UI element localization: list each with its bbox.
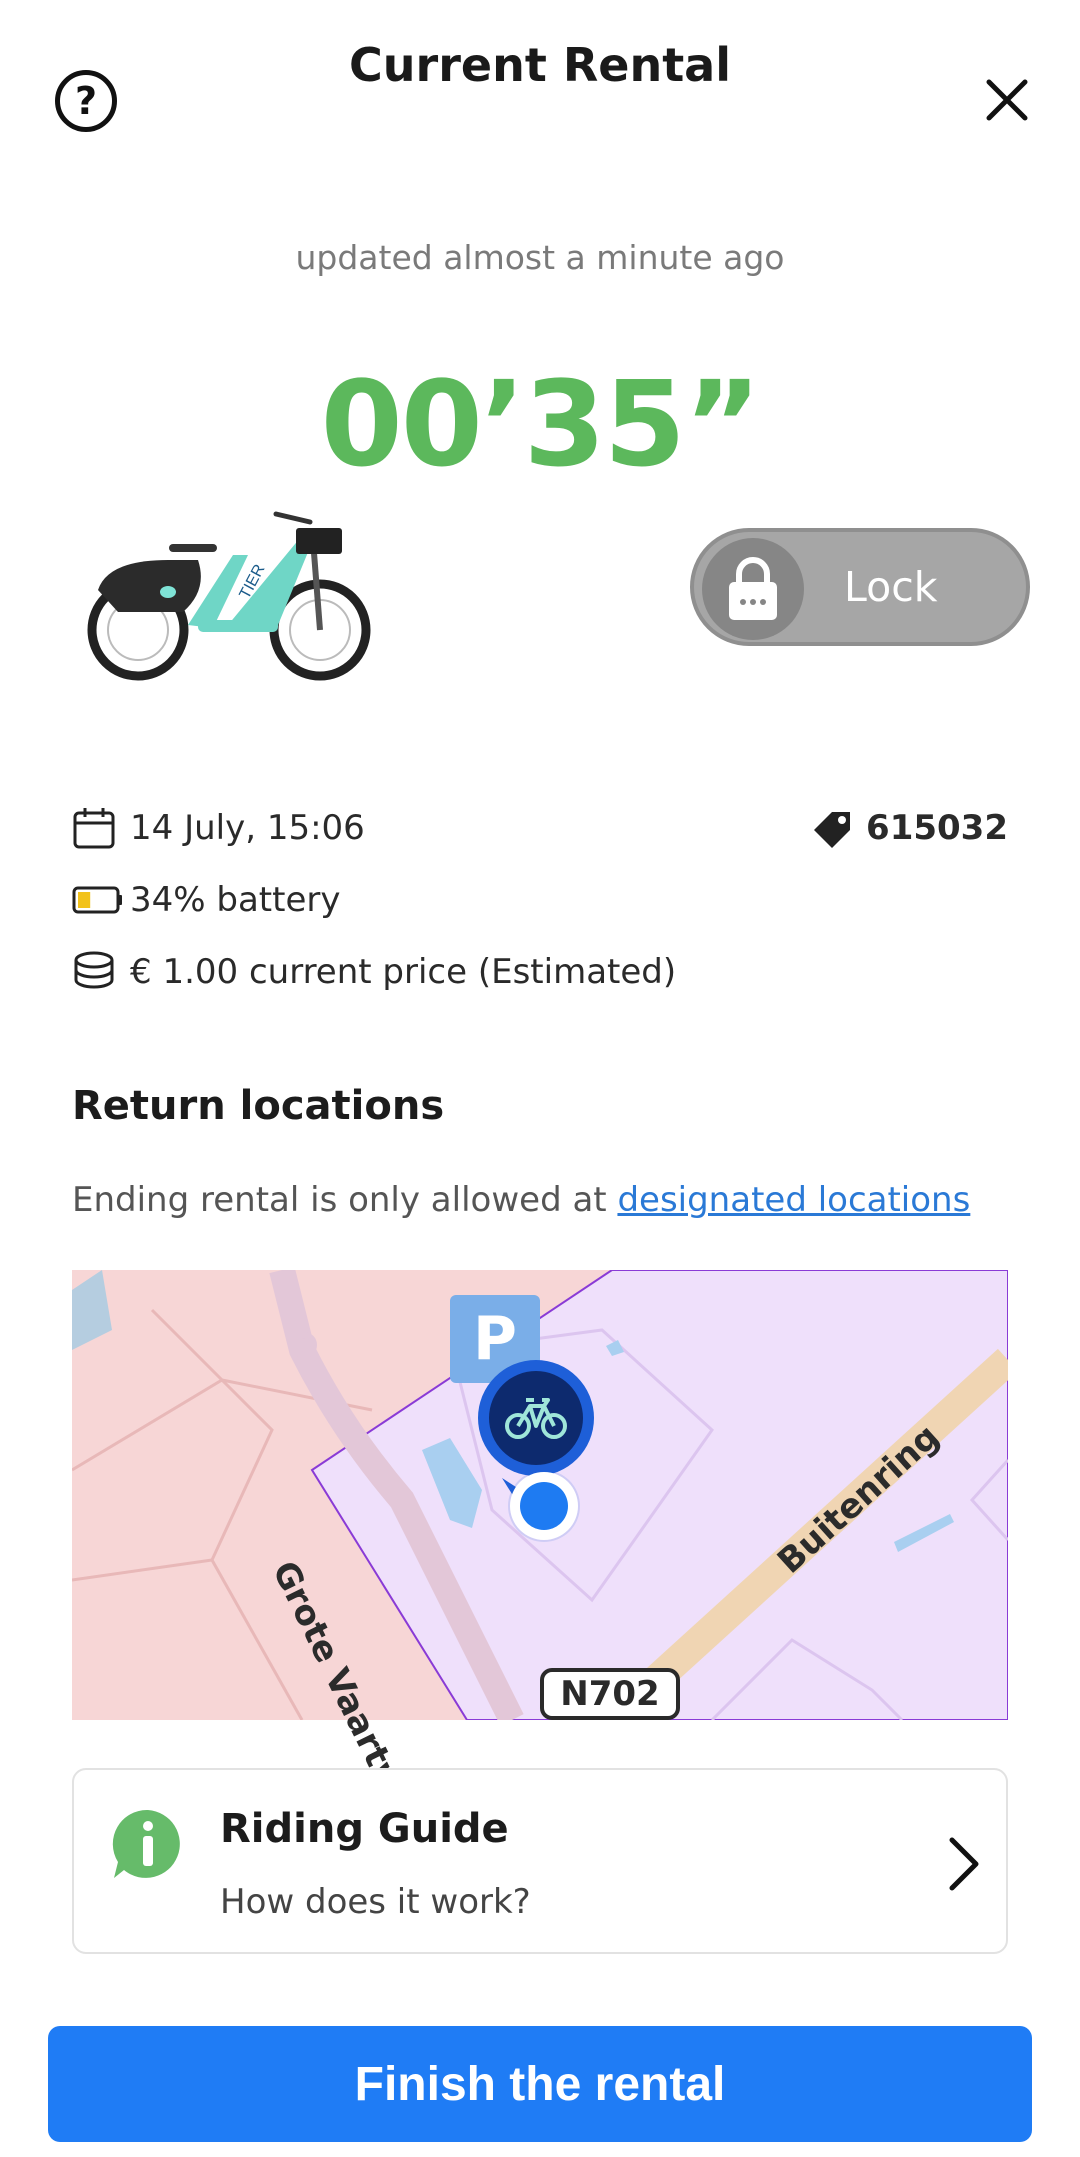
calendar-icon — [72, 805, 130, 851]
page-title: Current Rental — [349, 38, 731, 92]
finish-rental-button[interactable]: Finish the rental — [48, 2026, 1032, 2142]
price-row: € 1.00 current price (Estimated) — [72, 947, 676, 997]
user-location-dot — [510, 1472, 578, 1540]
rental-start-text: 14 July, 15:06 — [130, 808, 365, 848]
bike-station-pin[interactable] — [478, 1360, 594, 1476]
chevron-right-icon — [949, 1837, 979, 1891]
bike-image: TIER — [87, 511, 371, 681]
battery-icon — [72, 877, 130, 923]
designated-locations-link[interactable]: designated locations — [617, 1180, 970, 1220]
return-locations-description: Ending rental is only allowed at designa… — [72, 1180, 971, 1220]
vehicle-id: 615032 — [810, 803, 1008, 853]
price-text: € 1.00 current price (Estimated) — [130, 952, 677, 992]
lock-label: Lock — [844, 563, 938, 611]
battery-text: 34% battery — [130, 880, 341, 920]
riding-guide-title: Riding Guide — [220, 1806, 509, 1852]
riding-guide-subtitle: How does it work? — [220, 1882, 531, 1922]
bicycle-icon — [505, 1398, 567, 1439]
battery-row: 34% battery — [72, 875, 340, 925]
updated-status: updated almost a minute ago — [295, 238, 785, 277]
coins-icon — [72, 949, 130, 995]
lock-knob[interactable] — [702, 538, 804, 640]
road-shield-n702: N702 — [540, 1668, 680, 1720]
vehicle-id-text: 615032 — [866, 808, 1008, 848]
rental-timer: 00’35” — [320, 355, 762, 493]
rental-start-row: 14 July, 15:06 — [72, 803, 365, 853]
padlock-icon — [729, 557, 777, 620]
tag-icon — [810, 805, 860, 851]
current-rental-screen: ? Current Rental updated almost a minute… — [0, 0, 1080, 2157]
riding-guide-card[interactable]: Riding Guide How does it work? — [72, 1768, 1008, 1954]
return-locations-title: Return locations — [72, 1083, 445, 1129]
info-chat-icon — [112, 1809, 180, 1878]
lock-slider[interactable]: Lock — [690, 528, 1030, 646]
close-icon[interactable] — [985, 78, 1029, 122]
